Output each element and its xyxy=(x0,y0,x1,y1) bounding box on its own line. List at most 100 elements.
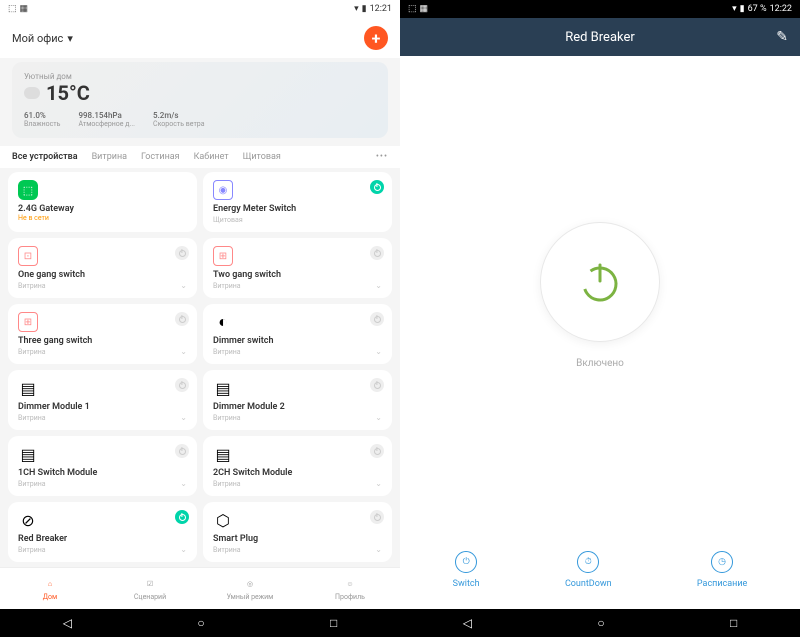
device-name: Two gang switch xyxy=(213,270,382,280)
chevron-down-icon: ⌄ xyxy=(375,347,382,356)
chevron-down-icon: ▾ xyxy=(67,32,73,45)
action-timer[interactable]: ⏱CountDown xyxy=(565,551,612,589)
tab-living[interactable]: Гостиная xyxy=(141,152,180,162)
home-button[interactable]: ○ xyxy=(597,616,604,630)
clock-icon: ◷ xyxy=(711,551,733,573)
chevron-down-icon: ⌄ xyxy=(375,545,382,554)
tab-all-devices[interactable]: Все устройства xyxy=(12,152,78,162)
plug-icon: ⬡ xyxy=(213,510,233,530)
device-room: Витрина xyxy=(213,546,382,554)
battery-text: 67 % xyxy=(748,4,767,14)
offline-badge: Не в сети xyxy=(18,214,187,222)
device-card[interactable]: ⊡ One gang switch Витрина ⌄ xyxy=(8,238,197,298)
tabs-more-button[interactable]: ••• xyxy=(376,152,388,162)
power-status-icon[interactable] xyxy=(370,312,384,326)
device-name: Red Breaker xyxy=(18,534,187,544)
device-grid: ⬚ 2.4G Gateway Не в сети ◉ Energy Meter … xyxy=(0,168,400,567)
device-actions: ⏻Switch ⏱CountDown ◷Расписание xyxy=(400,535,800,609)
weather-details: 61.0%Влажность 998.154hPaАтмосферное д..… xyxy=(24,111,376,128)
back-button[interactable]: ◁ xyxy=(463,616,472,630)
add-device-button[interactable]: + xyxy=(364,26,388,50)
location-label: Мой офис xyxy=(12,32,63,45)
weather-card[interactable]: Уютный дом 15°C 61.0%Влажность 998.154hP… xyxy=(12,62,388,138)
recents-button[interactable]: □ xyxy=(730,616,737,630)
device-card[interactable]: ⬚ 2.4G Gateway Не в сети xyxy=(8,172,197,232)
breaker-icon: ⊘ xyxy=(18,510,38,530)
device-name: Three gang switch xyxy=(18,336,187,346)
android-nav-bar: ◁ ○ □ xyxy=(400,609,800,637)
tab-cabinet[interactable]: Кабинет xyxy=(194,152,229,162)
action-clock[interactable]: ◷Расписание xyxy=(697,551,747,589)
nav-home[interactable]: ⌂Дом xyxy=(0,568,100,609)
power-status-icon[interactable] xyxy=(370,378,384,392)
chevron-down-icon: ⌄ xyxy=(375,413,382,422)
module-icon: ▤ xyxy=(18,378,38,398)
device-card[interactable]: ⬡ Smart Plug Витрина ⌄ xyxy=(203,502,392,562)
device-card[interactable]: ⊞ Three gang switch Витрина ⌄ xyxy=(8,304,197,364)
chevron-down-icon: ⌄ xyxy=(180,413,187,422)
android-status-bar: ⬚▦ ▾▮12:21 xyxy=(0,0,400,18)
device-card[interactable]: ◐ Dimmer switch Витрина ⌄ xyxy=(203,304,392,364)
switch1-icon: ⊡ xyxy=(18,246,38,266)
chevron-down-icon: ⌄ xyxy=(375,479,382,488)
switch3-icon: ⊞ xyxy=(18,312,38,332)
apps-icon: ▦ xyxy=(20,4,29,14)
device-room: Витрина xyxy=(18,282,187,290)
battery-icon: ▮ xyxy=(362,4,367,14)
device-state-label: Включено xyxy=(576,358,624,369)
edit-icon[interactable]: ✎ xyxy=(776,29,788,45)
device-room: Витрина xyxy=(213,348,382,356)
weather-temperature: 15°C xyxy=(24,81,376,105)
device-room: Витрина xyxy=(213,480,382,488)
gateway-icon: ⬚ xyxy=(18,180,38,200)
power-status-icon[interactable] xyxy=(370,246,384,260)
device-card[interactable]: ◉ Energy Meter Switch Щитовая xyxy=(203,172,392,232)
device-card[interactable]: ▤ Dimmer Module 1 Витрина ⌄ xyxy=(8,370,197,430)
device-card[interactable]: ▤ 2CH Switch Module Витрина ⌄ xyxy=(203,436,392,496)
apps-icon: ▦ xyxy=(420,4,429,14)
tab-vitrina[interactable]: Витрина xyxy=(92,152,127,162)
power-status-icon[interactable] xyxy=(175,510,189,524)
power-status-icon[interactable] xyxy=(370,510,384,524)
device-room: Витрина xyxy=(18,480,187,488)
power-toggle-button[interactable] xyxy=(540,222,660,342)
nav-scene[interactable]: ☑Сценарий xyxy=(100,568,200,609)
device-name: Dimmer switch xyxy=(213,336,382,346)
device-room: Витрина xyxy=(18,546,187,554)
back-button[interactable]: ◁ xyxy=(63,616,72,630)
tab-panel[interactable]: Щитовая xyxy=(243,152,281,162)
action-power[interactable]: ⏻Switch xyxy=(453,551,480,589)
device-card[interactable]: ⊘ Red Breaker Витрина ⌄ xyxy=(8,502,197,562)
wifi-icon: ▾ xyxy=(354,4,359,14)
android-status-bar: ⬚▦ ▾▮67 %12:22 xyxy=(400,0,800,18)
meter-icon: ◉ xyxy=(213,180,233,200)
module-icon: ▤ xyxy=(213,444,233,464)
device-control-screen: ⬚▦ ▾▮67 %12:22 Red Breaker ✎ Включено ⏻S… xyxy=(400,0,800,637)
module-icon: ▤ xyxy=(213,378,233,398)
chevron-down-icon: ⌄ xyxy=(375,281,382,290)
switch2-icon: ⊞ xyxy=(213,246,233,266)
nav-smart[interactable]: ◎Умный режим xyxy=(200,568,300,609)
power-status-icon[interactable] xyxy=(370,444,384,458)
room-tabs: Все устройства Витрина Гостиная Кабинет … xyxy=(0,146,400,168)
power-status-icon[interactable] xyxy=(175,378,189,392)
device-room: Витрина xyxy=(18,348,187,356)
chevron-down-icon: ⌄ xyxy=(180,347,187,356)
power-status-icon[interactable] xyxy=(175,312,189,326)
device-card[interactable]: ▤ Dimmer Module 2 Витрина ⌄ xyxy=(203,370,392,430)
power-status-icon[interactable] xyxy=(175,444,189,458)
recents-button[interactable]: □ xyxy=(330,616,337,630)
device-card[interactable]: ⊞ Two gang switch Витрина ⌄ xyxy=(203,238,392,298)
location-dropdown[interactable]: Мой офис ▾ xyxy=(12,32,73,45)
scene-icon: ☑ xyxy=(143,577,157,591)
device-name: 1CH Switch Module xyxy=(18,468,187,478)
power-icon xyxy=(575,257,625,307)
power-status-icon[interactable] xyxy=(370,180,384,194)
device-card[interactable]: ▤ 1CH Switch Module Витрина ⌄ xyxy=(8,436,197,496)
device-title: Red Breaker xyxy=(565,30,635,45)
device-body: Включено xyxy=(400,56,800,535)
nav-profile[interactable]: ☺Профиль xyxy=(300,568,400,609)
home-button[interactable]: ○ xyxy=(197,616,204,630)
power-status-icon[interactable] xyxy=(175,246,189,260)
clock-text: 12:22 xyxy=(770,4,792,14)
